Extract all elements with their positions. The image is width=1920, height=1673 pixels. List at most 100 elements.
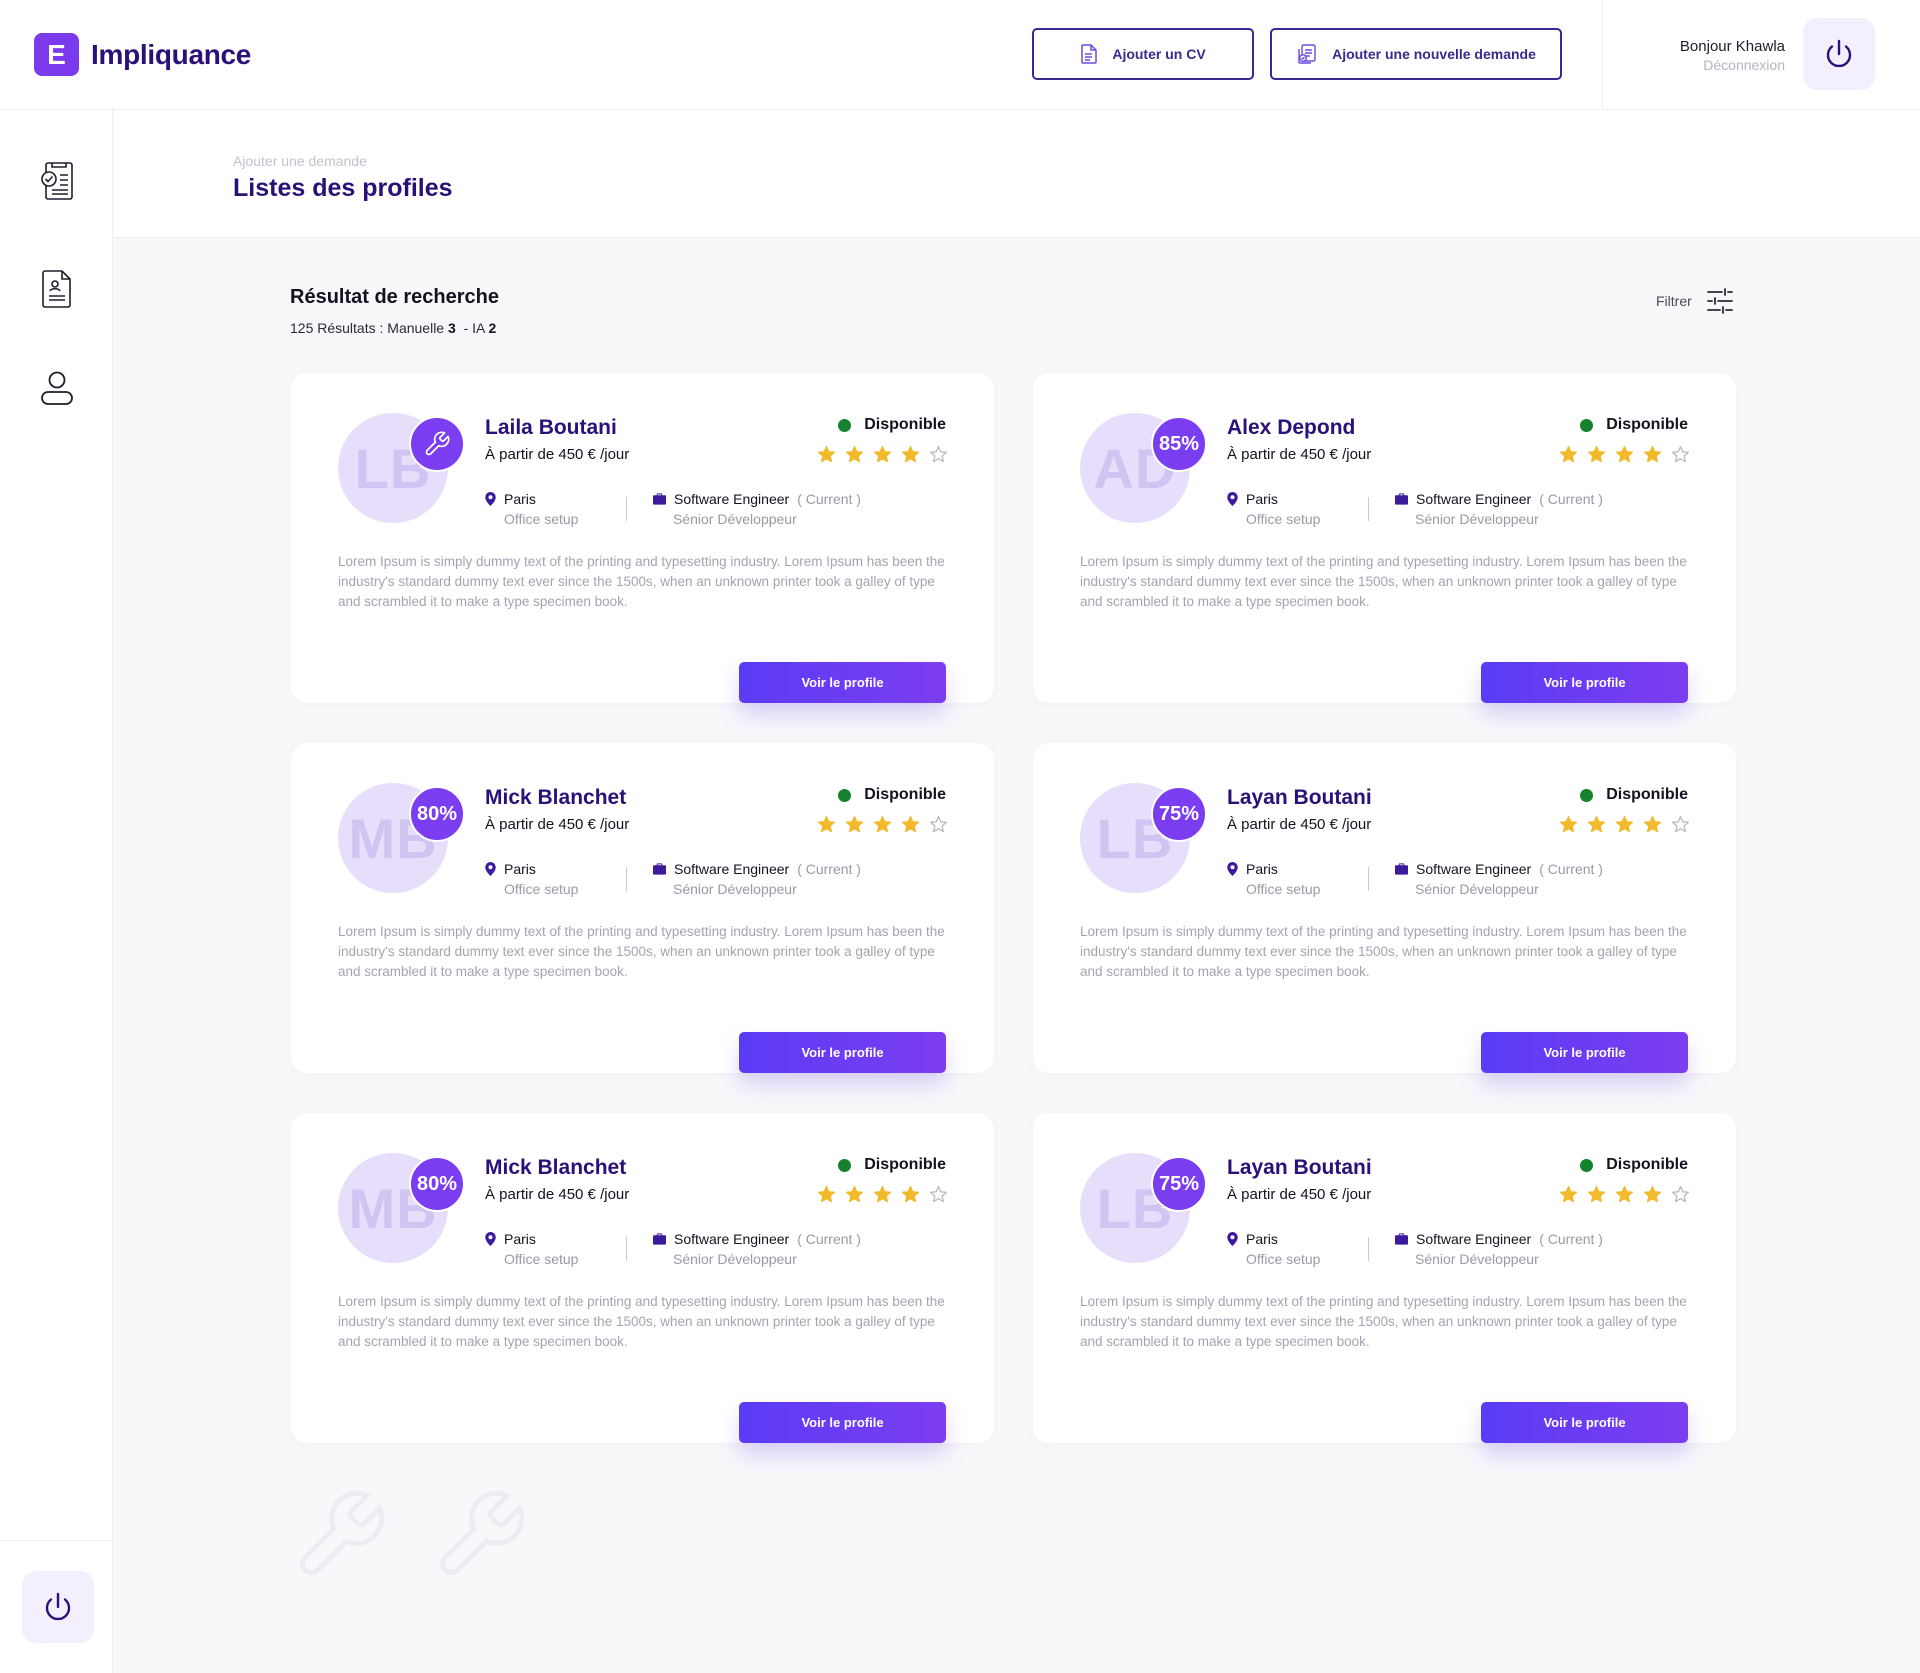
request-documents-icon: [1298, 44, 1316, 64]
view-profile-button[interactable]: Voir le profile: [739, 1402, 946, 1443]
status-label: Disponible: [1606, 416, 1688, 433]
profile-name[interactable]: Mick Blanchet: [485, 786, 626, 810]
job-block: Software Engineer ( Current ) Sénior Dével…: [1395, 1231, 1603, 1267]
availability-status: Disponible: [838, 416, 946, 434]
daily-rate: À partir de 450 € /jour: [1227, 1186, 1372, 1203]
profile-name[interactable]: Layan Boutani: [1227, 786, 1372, 810]
ia-count: 2: [488, 320, 497, 336]
star-empty-icon: [929, 1185, 948, 1203]
daily-rate: À partir de 450 € /jour: [485, 816, 630, 833]
job-current: ( Current ): [797, 861, 861, 877]
star-filled-icon: [845, 1185, 864, 1203]
profile-description: Lorem Ipsum is simply dummy text of the …: [338, 554, 945, 609]
job-block: Software Engineer ( Current ) Sénior Dével…: [1395, 861, 1603, 897]
profile-name[interactable]: Laila Boutani: [485, 416, 617, 440]
profile-description: Lorem Ipsum is simply dummy text of the …: [338, 924, 945, 979]
view-profile-button[interactable]: Voir le profile: [1481, 1402, 1688, 1443]
info-divider: [626, 1237, 627, 1261]
greeting-text: Bonjour Khawla: [1679, 38, 1785, 55]
logout-link[interactable]: Déconnexion: [1640, 57, 1785, 73]
job-title: Software Engineer: [674, 1231, 790, 1247]
briefcase-icon: [1395, 493, 1408, 505]
document-icon: [1081, 44, 1098, 64]
star-filled-icon: [1587, 445, 1606, 463]
app-logo[interactable]: E Impliquance: [34, 33, 251, 76]
star-filled-icon: [1643, 1185, 1662, 1203]
job-block: Software Engineer ( Current ) Sénior Dével…: [653, 861, 861, 897]
add-cv-label: Ajouter un CV: [1112, 46, 1206, 62]
add-request-button[interactable]: Ajouter une nouvelle demande: [1270, 28, 1562, 80]
profile-card: LB 75% Layan Boutani À partir de 450 € /jou…: [1033, 1113, 1736, 1443]
filter-button[interactable]: Filtrer: [1656, 288, 1734, 314]
seniority-level: Sénior Développeur: [1415, 511, 1539, 527]
job-block: Software Engineer ( Current ) Sénior Dével…: [1395, 491, 1603, 527]
logo-mark: E: [34, 33, 79, 76]
city: Paris: [504, 861, 536, 877]
map-pin-icon: [1227, 862, 1238, 876]
work-mode: Office setup: [1246, 881, 1321, 897]
star-empty-icon: [1671, 1185, 1690, 1203]
view-profile-button[interactable]: Voir le profile: [1481, 1032, 1688, 1073]
match-score-badge: 75%: [1151, 1156, 1207, 1212]
city: Paris: [504, 1231, 536, 1247]
status-dot: [1580, 788, 1594, 802]
match-score-badge: 75%: [1151, 786, 1207, 842]
add-cv-button[interactable]: Ajouter un CV: [1032, 28, 1254, 80]
power-icon: [1826, 39, 1852, 68]
header-divider: [1602, 0, 1603, 108]
briefcase-icon: [653, 1233, 666, 1245]
profile-name[interactable]: Mick Blanchet: [485, 1156, 626, 1180]
user-greeting: Bonjour Khawla Déconnexion: [1640, 38, 1785, 73]
star-filled-icon: [901, 815, 920, 833]
profile-name[interactable]: Layan Boutani: [1227, 1156, 1372, 1180]
star-filled-icon: [1587, 1185, 1606, 1203]
results-title: Résultat de recherche: [290, 286, 499, 308]
status-dot: [838, 418, 852, 432]
top-header: E Impliquance Ajouter un CV Ajouter une …: [0, 0, 1920, 110]
match-score-badge: 80%: [409, 1156, 465, 1212]
briefcase-icon: [1395, 863, 1408, 875]
profile-card: AD 85% Alex Depond À partir de 450 € /jour D…: [1033, 373, 1736, 703]
sidebar-item-cv[interactable]: [34, 266, 80, 312]
power-button-sidebar[interactable]: [22, 1571, 94, 1643]
briefcase-icon: [653, 863, 666, 875]
job-title: Software Engineer: [674, 861, 790, 877]
status-label: Disponible: [864, 1156, 946, 1173]
view-profile-button[interactable]: Voir le profile: [739, 1032, 946, 1073]
power-icon: [45, 1592, 71, 1621]
rating-stars: [808, 445, 948, 464]
status-label: Disponible: [1606, 1156, 1688, 1173]
match-score-badge: 85%: [1151, 416, 1207, 472]
sidebar-item-profile[interactable]: [34, 365, 80, 411]
star-filled-icon: [901, 1185, 920, 1203]
power-button-top[interactable]: [1803, 18, 1875, 90]
star-filled-icon: [901, 445, 920, 463]
location-block: Paris Office setup: [1227, 1231, 1320, 1267]
job-current: ( Current ): [1539, 491, 1603, 507]
view-profile-button[interactable]: Voir le profile: [739, 662, 946, 703]
rating-stars: [1550, 1185, 1690, 1204]
wrench-icon: [425, 431, 450, 456]
checklist-icon: [41, 162, 73, 200]
job-current: ( Current ): [1539, 861, 1603, 877]
resume-document-icon: [42, 270, 71, 308]
profile-card: MB 80% Mick Blanchet À partir de 450 € /jou…: [291, 1113, 994, 1443]
daily-rate: À partir de 450 € /jour: [1227, 446, 1372, 463]
status-label: Disponible: [1606, 786, 1688, 803]
breadcrumb[interactable]: Ajouter une demande: [233, 153, 367, 169]
work-mode: Office setup: [1246, 1251, 1321, 1267]
view-profile-button[interactable]: Voir le profile: [1481, 662, 1688, 703]
info-divider: [626, 497, 627, 521]
profile-description: Lorem Ipsum is simply dummy text of the …: [1080, 1294, 1687, 1349]
job-title: Software Engineer: [674, 491, 790, 507]
city: Paris: [1246, 861, 1278, 877]
user-icon: [41, 371, 73, 405]
status-dot: [838, 788, 852, 802]
availability-status: Disponible: [838, 1156, 946, 1174]
profile-name[interactable]: Alex Depond: [1227, 416, 1355, 440]
star-filled-icon: [817, 1185, 836, 1203]
map-pin-icon: [1227, 1232, 1238, 1246]
location-block: Paris Office setup: [485, 491, 578, 527]
sidebar-item-requests[interactable]: [34, 158, 80, 204]
work-mode: Office setup: [1246, 511, 1321, 527]
